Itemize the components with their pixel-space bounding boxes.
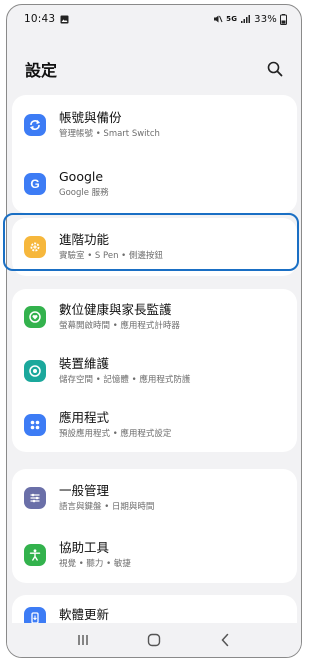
settings-header: 設定 [7, 49, 301, 89]
settings-item-subtitle: 語言與鍵盤 • 日期與時間 [59, 502, 155, 512]
sliders-icon [24, 487, 46, 509]
home-button[interactable] [139, 628, 169, 652]
battery-icon [280, 13, 287, 25]
settings-item-label: 一般管理 [59, 483, 110, 498]
settings-item-subtitle: 視覺 • 聽力 • 敏捷 [59, 559, 131, 569]
accessibility-icon [24, 544, 46, 566]
settings-item-digital-wellbeing[interactable]: 數位健康與家長監護 螢幕開啟時間 • 應用程式計時器 [12, 289, 297, 344]
settings-item-label: 軟體更新 [59, 607, 110, 622]
settings-item-accessibility[interactable]: 協助工具 視覺 • 聽力 • 敏捷 [12, 527, 297, 583]
settings-item-label: 協助工具 [59, 540, 110, 555]
status-bar: 10:43 5G 33% [7, 5, 301, 33]
recents-icon [77, 635, 88, 645]
search-icon [267, 61, 283, 77]
mute-icon [214, 15, 223, 23]
settings-item-label: Google [59, 168, 104, 184]
highlight-frame [3, 213, 299, 271]
settings-item-label: 裝置維護 [59, 355, 110, 371]
apps-grid-icon [24, 413, 46, 436]
signal-icon [241, 15, 251, 23]
back-icon [221, 633, 229, 647]
recents-button[interactable] [68, 628, 98, 652]
battery-percent: 33% [254, 13, 277, 25]
settings-item-subtitle: 預設應用程式 • 應用程式設定 [59, 428, 172, 439]
settings-item-apps[interactable]: 應用程式 預設應用程式 • 應用程式設定 [12, 397, 297, 452]
phone-screen: 10:43 5G 33% 設定 帳號與備份 管理帳號 • Smart Switc… [6, 4, 302, 658]
settings-item-label: 數位健康與家長監護 [59, 301, 172, 317]
network-type: 5G [226, 15, 238, 23]
settings-item-subtitle: Google 服務 [59, 187, 109, 198]
status-time: 10:43 [24, 13, 56, 25]
settings-group-general: 一般管理 語言與鍵盤 • 日期與時間 協助工具 視覺 • 聽力 • 敏捷 [12, 469, 297, 583]
navigation-bar [7, 623, 301, 657]
settings-item-subtitle: 儲存空間 • 記憶體 • 應用程式防護 [59, 374, 191, 385]
home-icon [147, 633, 161, 647]
sync-icon [24, 113, 46, 136]
search-button[interactable] [263, 57, 287, 81]
settings-item-label: 帳號與備份 [59, 109, 122, 125]
heart-circle-icon [24, 305, 46, 328]
settings-item-accounts-backup[interactable]: 帳號與備份 管理帳號 • Smart Switch [12, 95, 297, 154]
settings-item-device-care[interactable]: 裝置維護 儲存空間 • 記憶體 • 應用程式防護 [12, 344, 297, 397]
settings-group-device: 數位健康與家長監護 螢幕開啟時間 • 應用程式計時器 裝置維護 儲存空間 • 記… [12, 289, 297, 452]
settings-item-subtitle: 螢幕開啟時間 • 應用程式計時器 [59, 320, 180, 331]
google-icon: G [24, 172, 46, 195]
settings-item-google[interactable]: G Google Google 服務 [12, 154, 297, 213]
care-icon [24, 359, 46, 382]
gallery-notification-icon [60, 15, 69, 23]
settings-group-account: 帳號與備份 管理帳號 • Smart Switch G Google Googl… [12, 95, 297, 213]
back-button[interactable] [210, 628, 240, 652]
settings-item-label: 應用程式 [59, 409, 110, 425]
page-title: 設定 [25, 61, 58, 80]
settings-item-general-management[interactable]: 一般管理 語言與鍵盤 • 日期與時間 [12, 469, 297, 527]
settings-item-subtitle: 管理帳號 • Smart Switch [59, 128, 160, 139]
